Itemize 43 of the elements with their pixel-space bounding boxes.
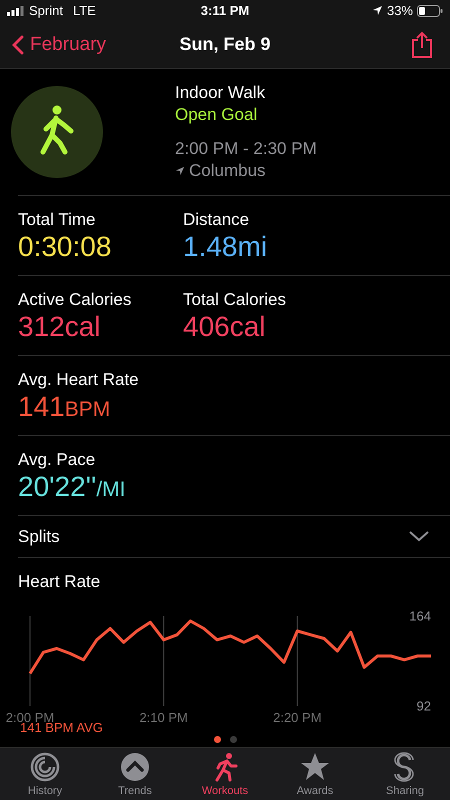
signal-icon: [7, 6, 24, 16]
share-button[interactable]: [410, 30, 434, 59]
back-chevron-icon: [12, 34, 24, 55]
battery-percent: 33%: [386, 2, 413, 20]
back-button[interactable]: February: [12, 30, 106, 60]
nav-title: Sun, Feb 9: [180, 33, 270, 56]
history-icon: [30, 752, 60, 782]
y-axis-label: 92: [416, 698, 431, 714]
time-range: 2:00 PM - 2:30 PM: [175, 138, 317, 160]
metric-value: 312cal: [18, 310, 102, 344]
location-arrow-icon: [372, 5, 383, 16]
trends-icon: [120, 752, 150, 782]
location-arrow-icon: [175, 166, 185, 176]
splits-row[interactable]: Splits: [18, 516, 450, 558]
metric-value: 20'22''/MI: [18, 470, 126, 504]
tab-item[interactable]: Sharing: [360, 748, 450, 800]
tab-item[interactable]: Awards: [270, 748, 360, 800]
workout-goal: Open Goal: [175, 104, 258, 126]
metric-value: 0:30:08: [18, 230, 112, 264]
metric-label: Distance: [183, 210, 250, 230]
workout-name: Indoor Walk: [175, 82, 266, 104]
tab-item[interactable]: History: [0, 748, 90, 800]
location: Columbus: [189, 160, 266, 182]
metric-label: Total Calories: [183, 290, 287, 310]
network-type: LTE: [72, 2, 96, 20]
carrier: Sprint: [29, 2, 63, 20]
metric-value: 1.48mi: [183, 230, 268, 264]
metric-label: Total Time: [18, 210, 96, 230]
x-axis-label: 2:10 PM: [139, 710, 188, 725]
x-axis-label: 2:20 PM: [273, 710, 322, 725]
section-title: Heart Rate: [18, 572, 102, 592]
metric-label: Avg. Pace: [18, 450, 96, 470]
tab-item[interactable]: Trends: [90, 748, 180, 800]
awards-icon: [300, 752, 330, 782]
metric-label: Active Calories: [18, 290, 132, 310]
chevron-icon: [408, 530, 430, 542]
tab-item[interactable]: Workouts: [180, 748, 270, 800]
metric-value: 406cal: [183, 310, 267, 344]
y-axis-label: 164: [409, 608, 431, 624]
metric-value: 141BPM: [18, 390, 112, 424]
metric-label: Avg. Heart Rate: [18, 370, 140, 390]
clock: 3:11 PM: [200, 2, 250, 20]
battery-icon: [417, 4, 443, 17]
